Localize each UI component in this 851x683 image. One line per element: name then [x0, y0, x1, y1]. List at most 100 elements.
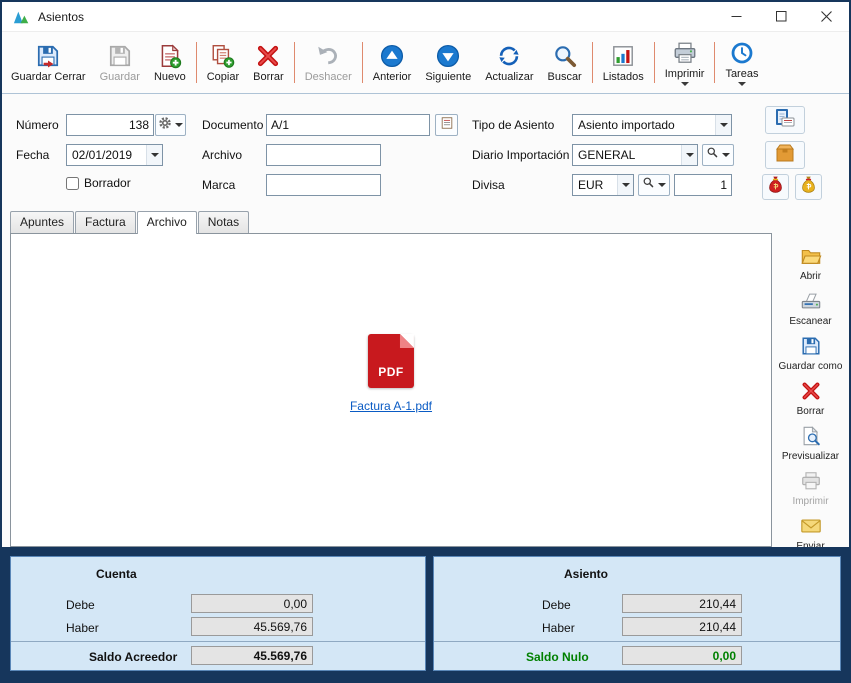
tab-archivo[interactable]: Archivo [137, 211, 197, 234]
money-bag-red-icon [765, 174, 786, 200]
toolbar-tareas[interactable]: Tareas [718, 33, 765, 92]
tasks-clock-icon [729, 39, 755, 67]
diario-select[interactable]: GENERAL [572, 144, 698, 166]
tipo-asiento-select[interactable]: Asiento importado [572, 114, 732, 136]
pdf-badge: PDF [368, 365, 414, 379]
asiento-debe-label: Debe [542, 598, 571, 612]
toolbar-siguiente[interactable]: Siguiente [418, 33, 478, 92]
search-icon [706, 146, 719, 164]
numero-input[interactable] [66, 114, 154, 136]
save-icon [107, 42, 133, 70]
archivo-input[interactable] [266, 144, 381, 166]
toolbar-separator [362, 42, 363, 83]
chevron-down-icon [658, 183, 666, 187]
copy-icon [210, 42, 236, 70]
main-toolbar: Guardar Cerrar Guardar Nuevo Copiar Bor [2, 32, 849, 94]
divisa-rate-input[interactable] [674, 174, 732, 196]
toolbar-borrar[interactable]: Borrar [246, 33, 291, 92]
undo-icon [315, 42, 341, 70]
previsualizar-button[interactable]: Previsualizar [772, 425, 849, 462]
toolbar-guardar-cerrar[interactable]: Guardar Cerrar [4, 33, 93, 92]
reports-icon [610, 42, 636, 70]
guardar-como-button[interactable]: Guardar como [772, 335, 849, 372]
documento-notes-button[interactable] [435, 114, 458, 136]
divisa-label: Divisa [472, 178, 505, 192]
toolbar-label: Buscar [547, 71, 581, 83]
toolbar-label: Listados [603, 71, 644, 83]
maximize-button[interactable] [759, 2, 804, 31]
toolbar-guardar[interactable]: Guardar [93, 33, 147, 92]
borrar-archivo-button[interactable]: Borrar [772, 380, 849, 417]
abrir-button[interactable]: Abrir [772, 245, 849, 282]
toolbar-label: Nuevo [154, 71, 186, 83]
diario-label: Diario Importación [472, 148, 569, 162]
toolbar-label: Deshacer [305, 71, 352, 83]
delete-icon [255, 42, 281, 70]
archive-box-button[interactable] [765, 141, 805, 169]
marca-input[interactable] [266, 174, 381, 196]
chevron-down-icon [738, 82, 746, 86]
divisa-select[interactable]: EUR [572, 174, 634, 196]
asiento-saldo-label: Saldo Nulo [526, 650, 589, 664]
scanner-icon [800, 290, 822, 315]
fecha-select[interactable]: 02/01/2019 [66, 144, 163, 166]
tab-notas[interactable]: Notas [198, 211, 249, 233]
attachment-item[interactable]: PDF Factura A-1.pdf [350, 334, 432, 413]
ledger-book-icon [773, 106, 797, 135]
previous-icon [379, 42, 405, 70]
next-icon [435, 42, 461, 70]
toolbar-deshacer[interactable]: Deshacer [298, 33, 359, 92]
archivo-tab-content: PDF Factura A-1.pdf Abrir Escanear Guard… [2, 233, 849, 547]
send-envelope-icon [800, 515, 822, 540]
cuenta-saldo-label: Saldo Acreedor [89, 650, 177, 664]
preview-icon [800, 425, 822, 450]
attachments-panel: PDF Factura A-1.pdf [10, 233, 772, 547]
borrador-checkbox[interactable] [66, 177, 79, 190]
tipo-asiento-label: Tipo de Asiento [472, 118, 554, 132]
borrador-label: Borrador [84, 176, 131, 190]
save-close-icon [35, 42, 61, 70]
imprimir-archivo-button[interactable]: Imprimir [772, 470, 849, 507]
toolbar-buscar[interactable]: Buscar [540, 33, 588, 92]
divisa-search-button[interactable] [638, 174, 670, 196]
cuenta-panel: Cuenta Debe Haber Saldo Acreedor [10, 556, 426, 671]
documento-input[interactable] [266, 114, 430, 136]
toolbar-actualizar[interactable]: Actualizar [478, 33, 540, 92]
search-icon [642, 176, 655, 194]
money-bag-gold-icon [798, 174, 819, 200]
entry-header-form: Número Documento Tipo de Asiento Asiento… [2, 94, 849, 210]
toolbar-nuevo[interactable]: Nuevo [147, 33, 193, 92]
escanear-button[interactable]: Escanear [772, 290, 849, 327]
toolbar-copiar[interactable]: Copiar [200, 33, 246, 92]
toolbar-label: Tareas [725, 68, 758, 80]
gear-icon [158, 116, 172, 135]
toolbar-separator [714, 42, 715, 83]
diario-search-button[interactable] [702, 144, 734, 166]
money-gold-button[interactable] [795, 174, 822, 200]
chevron-down-icon [722, 153, 730, 157]
tab-apuntes[interactable]: Apuntes [10, 211, 74, 233]
money-red-button[interactable] [762, 174, 789, 200]
print-icon [672, 39, 698, 67]
delete-icon [800, 380, 822, 405]
numero-label: Número [16, 118, 59, 132]
toolbar-listados[interactable]: Listados [596, 33, 651, 92]
toolbar-separator [294, 42, 295, 83]
notepad-icon [440, 116, 454, 135]
pdf-file-icon[interactable]: PDF [368, 334, 414, 388]
cuenta-haber-label: Haber [66, 621, 99, 635]
cuenta-debe-value [191, 594, 313, 613]
toolbar-anterior[interactable]: Anterior [366, 33, 419, 92]
asiento-panel: Asiento Debe Haber Saldo Nulo [433, 556, 841, 671]
attachment-file-link[interactable]: Factura A-1.pdf [350, 399, 432, 413]
close-button[interactable] [804, 2, 849, 31]
detail-tabs: Apuntes Factura Archivo Notas [2, 210, 849, 233]
asiento-haber-label: Haber [542, 621, 575, 635]
ledger-button[interactable] [765, 106, 805, 134]
toolbar-label: Borrar [253, 71, 284, 83]
tab-factura[interactable]: Factura [75, 211, 136, 233]
minimize-button[interactable] [714, 2, 759, 31]
toolbar-imprimir[interactable]: Imprimir [658, 33, 712, 92]
numero-options-button[interactable] [155, 114, 186, 136]
archivo-label: Archivo [202, 148, 242, 162]
